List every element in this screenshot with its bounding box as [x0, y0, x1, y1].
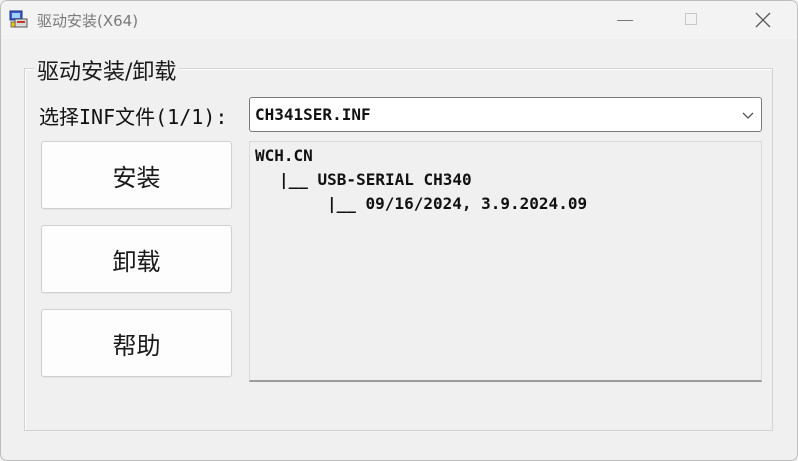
inf-file-value: CH341SER.INF: [255, 105, 371, 124]
help-button[interactable]: 帮助: [41, 309, 232, 377]
tree-node-device: |__ USB-SERIAL CH340: [279, 170, 472, 189]
window-title: 驱动安装(X64): [37, 12, 139, 30]
close-button[interactable]: [739, 1, 785, 39]
groupbox-title: 驱动安装/卸载: [34, 54, 180, 86]
tree-root-vendor: WCH.CN: [255, 146, 313, 165]
close-icon: [755, 12, 771, 28]
minimize-button[interactable]: [601, 1, 647, 39]
maximize-button[interactable]: [668, 1, 714, 39]
title-bar[interactable]: 驱动安装(X64): [1, 1, 797, 39]
inf-file-dropdown[interactable]: CH341SER.INF: [249, 97, 762, 132]
inf-select-label: 选择INF文件(1/1):: [39, 105, 228, 129]
minimize-icon: [617, 20, 633, 21]
driver-setup-icon: [9, 10, 28, 28]
installer-window: 驱动安装(X64) 驱动安装/卸载 选择INF文件(1/1): CH341SER…: [0, 0, 798, 461]
install-button[interactable]: 安装: [41, 141, 232, 209]
driver-info-tree[interactable]: WCH.CN |__ USB-SERIAL CH340 |__ 09/16/20…: [249, 141, 762, 382]
uninstall-button[interactable]: 卸载: [41, 225, 232, 293]
tree-node-version: |__ 09/16/2024, 3.9.2024.09: [327, 194, 588, 213]
maximize-icon: [685, 13, 697, 25]
chevron-down-icon[interactable]: [741, 108, 755, 122]
